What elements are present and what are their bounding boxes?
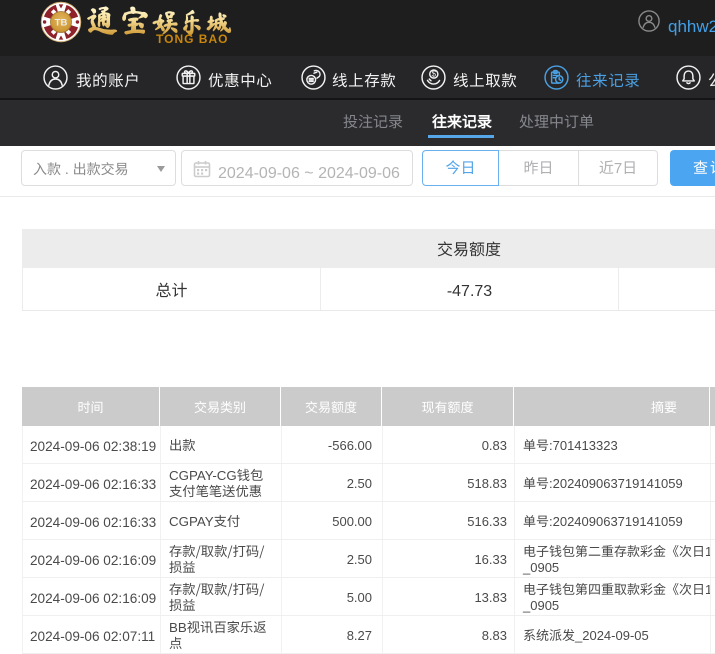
svg-text:TB: TB [55, 17, 68, 28]
svg-text:$: $ [432, 69, 437, 78]
